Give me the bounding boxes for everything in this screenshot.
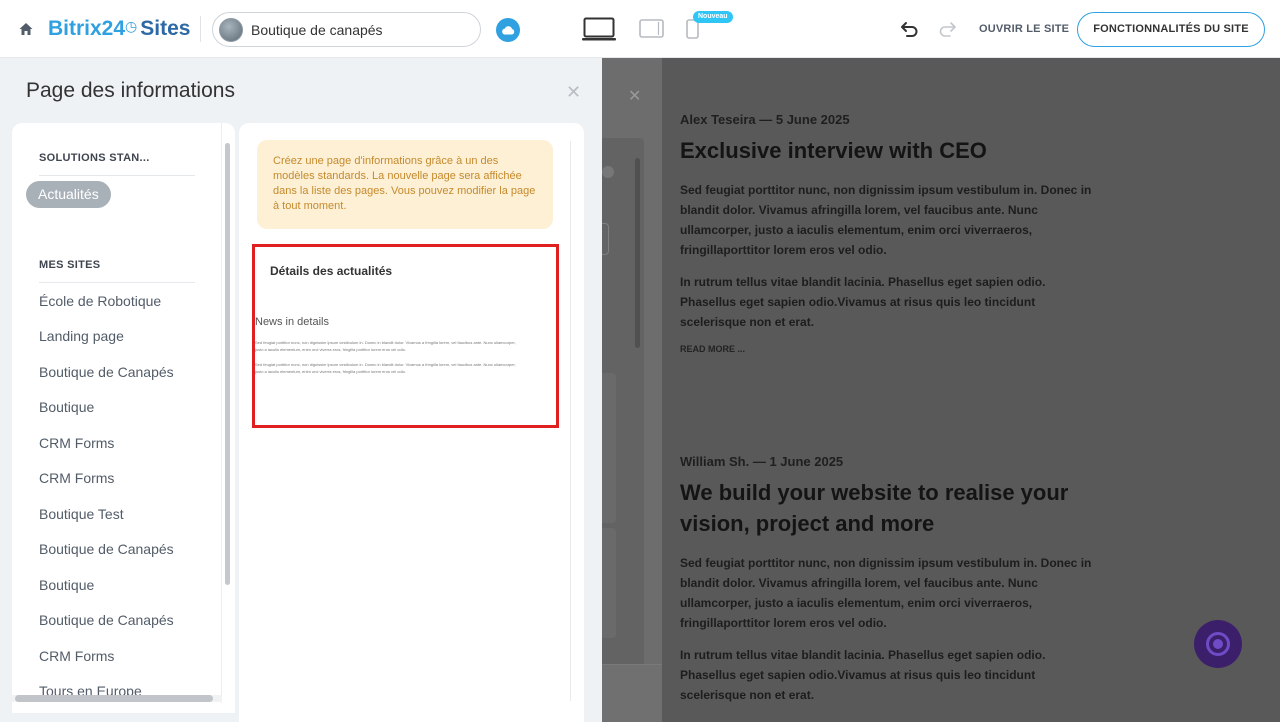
new-badge: Nouveau: [693, 11, 733, 23]
menu-item-active[interactable]: Actualités: [26, 181, 111, 208]
menu-item-site[interactable]: École de Robotique: [39, 293, 161, 309]
clock-icon: ◷: [125, 18, 138, 34]
article-title: We build your website to realise your vi…: [680, 480, 1069, 536]
panel-title: Page des informations: [26, 79, 235, 102]
preview-article: Alex Teseira — 5 June 2025 Exclusive int…: [680, 112, 1100, 354]
menu-item-site[interactable]: CRM Forms: [39, 648, 114, 664]
desktop-device-icon[interactable]: [582, 17, 616, 41]
menu-item-site[interactable]: Boutique de Canapés: [39, 612, 174, 628]
menu-item-site[interactable]: Boutique: [39, 399, 94, 415]
template-preview-text: Sed feugiat porttitor nunc, non dignissi…: [255, 362, 516, 367]
article-paragraph: In rutrum tellus vitae blandit lacinia. …: [680, 648, 1046, 702]
template-card-news-details[interactable]: Détails des actualités News in details S…: [252, 244, 559, 428]
close-icon[interactable]: ✕: [628, 86, 641, 106]
tablet-device-icon[interactable]: [639, 19, 664, 38]
template-preview-text: justo a iaculis elementum, enim orci viv…: [255, 369, 406, 374]
menu-item-site[interactable]: CRM Forms: [39, 435, 114, 451]
section-my-sites: MES SITES: [39, 259, 101, 271]
info-notice: Créez une page d'informations grâce à un…: [257, 140, 553, 229]
settings-slider-behind: ✕: [602, 58, 662, 722]
template-preview-heading: News in details: [255, 316, 329, 328]
menu-item-site[interactable]: CRM Forms: [39, 470, 114, 486]
site-selector[interactable]: Boutique de canapés: [212, 12, 481, 47]
top-bar: Bitrix24◷ Sites Boutique de canapés Nouve…: [0, 0, 1280, 58]
article-meta: Alex Teseira — 5 June 2025: [680, 112, 850, 127]
site-preview: Alex Teseira — 5 June 2025 Exclusive int…: [662, 58, 1280, 722]
template-content: Créez une page d'informations grâce à un…: [239, 123, 584, 722]
open-site-link[interactable]: OUVRIR LE SITE: [979, 23, 1069, 35]
article-paragraph: Sed feugiat porttitor nunc, non dignissi…: [680, 183, 1092, 257]
bitrix24-sites-logo[interactable]: Bitrix24◷ Sites: [48, 17, 190, 41]
preview-article: William Sh. — 1 June 2025 We build your …: [680, 454, 1100, 705]
home-icon[interactable]: [18, 21, 34, 37]
page-creation-slider: Page des informations ✕ SOLUTIONS STAN..…: [0, 58, 602, 722]
menu-item-site[interactable]: Landing page: [39, 328, 124, 344]
template-preview-text: Sed feugiat porttitor nunc, non dignissi…: [255, 340, 516, 345]
redo-icon[interactable]: [937, 20, 957, 38]
scrollbar: [635, 158, 640, 348]
article-paragraph: In rutrum tellus vitae blandit lacinia. …: [680, 275, 1046, 329]
menu-item-site[interactable]: Boutique de Canapés: [39, 541, 174, 557]
read-more-link: READ MORE ...: [680, 344, 746, 354]
article-paragraph: Sed feugiat porttitor nunc, non dignissi…: [680, 556, 1092, 630]
assistant-button[interactable]: [1194, 620, 1242, 668]
section-standard-solutions: SOLUTIONS STAN...: [39, 152, 150, 164]
template-title: Détails des actualités: [270, 264, 393, 278]
menu-item-site[interactable]: Boutique de Canapés: [39, 364, 174, 380]
template-preview-text: justo a iaculis elementum, enim orci viv…: [255, 347, 406, 352]
template-menu: SOLUTIONS STAN... Actualités MES SITES É…: [12, 123, 235, 713]
horizontal-scrollbar[interactable]: [15, 695, 213, 702]
article-meta: William Sh. — 1 June 2025: [680, 454, 844, 469]
article-title: Exclusive interview with CEO: [680, 138, 987, 163]
site-features-button[interactable]: FONCTIONNALITÉS DU SITE: [1077, 12, 1265, 47]
vertical-scrollbar[interactable]: [225, 143, 230, 585]
menu-item-site[interactable]: Boutique Test: [39, 506, 124, 522]
cloud-icon[interactable]: [496, 18, 520, 42]
undo-icon[interactable]: [900, 20, 920, 38]
site-avatar: [219, 18, 243, 42]
site-name: Boutique de canapés: [251, 22, 383, 38]
menu-item-site[interactable]: Boutique: [39, 577, 94, 593]
help-icon: [602, 166, 614, 178]
close-icon[interactable]: ✕: [566, 82, 581, 103]
